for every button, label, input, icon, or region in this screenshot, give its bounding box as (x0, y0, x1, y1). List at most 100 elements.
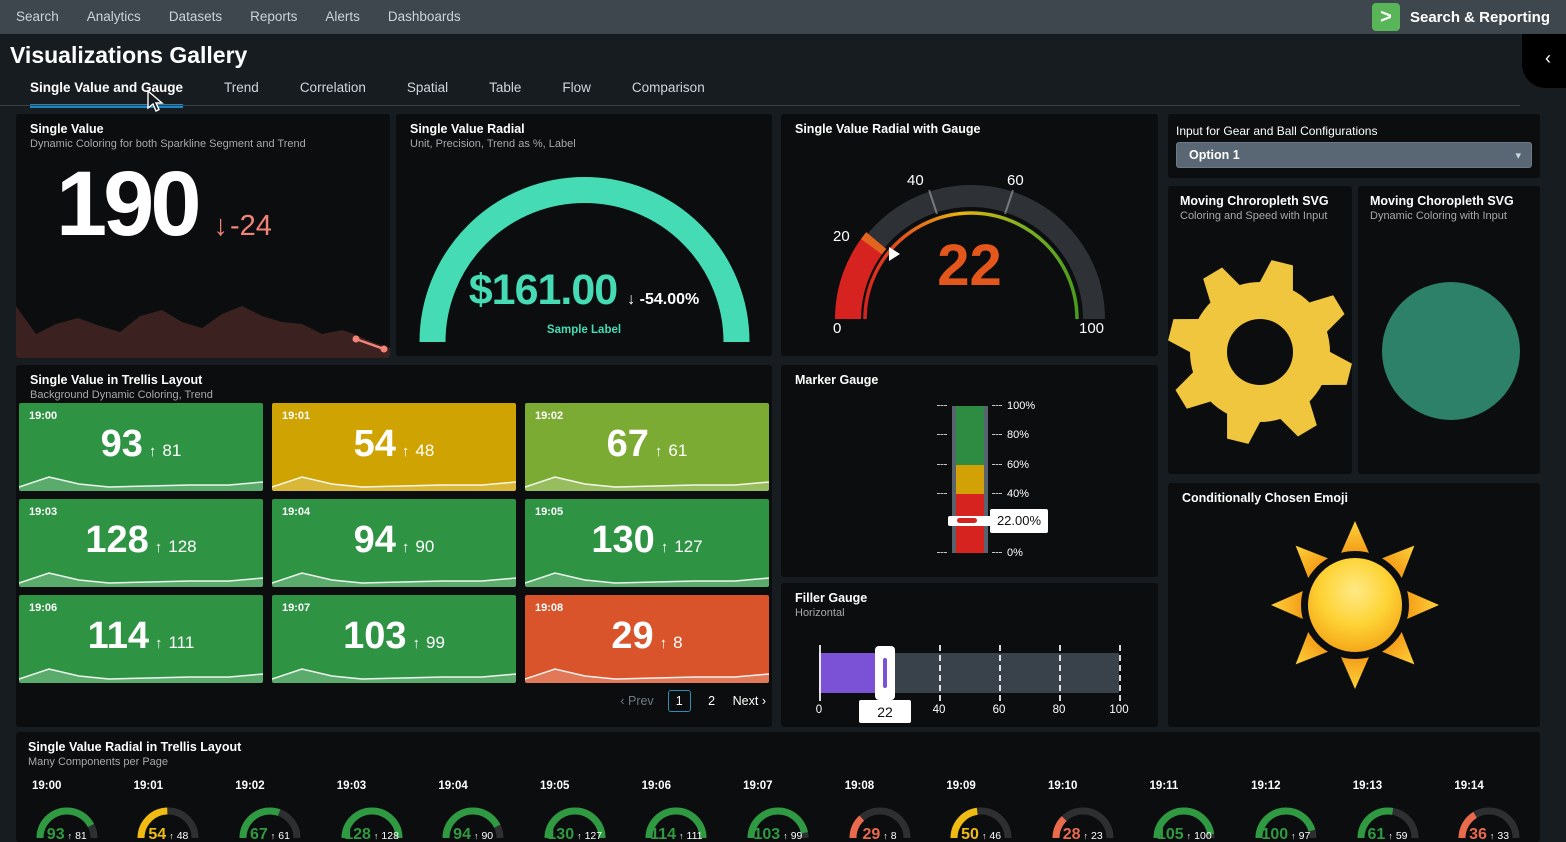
mini-radial-gauge: 130 ↑ 127 (543, 800, 607, 842)
trend-up-icon: ↑ (1388, 831, 1393, 841)
mini-radial-gauge: 103 ↑ 99 (746, 800, 810, 842)
tick-mark (937, 493, 947, 494)
filler-gauge-handle[interactable] (875, 646, 895, 700)
panel-title: Single Value (30, 122, 104, 136)
mini-radial-gauge: 36 ↑ 33 (1457, 800, 1521, 842)
navbar-item[interactable]: Datasets (155, 0, 236, 34)
trend-up-icon: ↑ (1291, 831, 1296, 841)
tile-sparkline (525, 471, 769, 491)
tile-sparkline (19, 663, 263, 683)
pagination-page-2[interactable]: 2 (705, 694, 719, 708)
tile-value: 94 (354, 519, 396, 562)
trellis-pagination: ‹ Prev 1 2 Next › (620, 690, 766, 712)
tab[interactable]: Table (489, 80, 521, 108)
tab[interactable]: Correlation (300, 80, 366, 108)
radial-trellis-cell: 19:07 103 ↑ 99 (727, 780, 829, 842)
panel-radial-with-gauge: Single Value Radial with Gauge 22 0 20 4… (781, 114, 1158, 356)
app-badge[interactable]: > Search & Reporting (1372, 0, 1550, 34)
tick-label: 40% (1007, 488, 1029, 500)
trend-down-icon: ↓ (627, 291, 635, 308)
marker-gauge-segment (956, 465, 984, 494)
panel-trellis: Single Value in Trellis Layout Backgroun… (16, 365, 772, 727)
single-value-number: 190 (56, 154, 198, 255)
gauge-tick-40: 40 (907, 172, 924, 189)
tile-sparkline (525, 567, 769, 587)
tab-label: Flow (562, 80, 591, 95)
navbar-item[interactable]: Reports (236, 0, 311, 34)
trend-up-icon: ↑ (149, 443, 157, 460)
radial-caption: Sample Label (396, 324, 772, 336)
panel-ball-svg: Moving Choropleth SVG Dynamic Coloring w… (1358, 186, 1540, 474)
trend-up-icon: ↑ (577, 831, 582, 841)
filler-value-label: 22 (859, 700, 911, 723)
mini-gauge-value: 29 (862, 826, 880, 842)
navbar-item-label: Search (16, 9, 59, 24)
tile-time-label: 19:05 (535, 506, 563, 518)
tile-time-label: 19:04 (282, 506, 310, 518)
tab[interactable]: Trend (224, 80, 259, 108)
radial-trellis-cell: 19:03 128 ↑ 128 (321, 780, 423, 842)
mini-radial-gauge: 50 ↑ 46 (949, 800, 1013, 842)
pagination-prev[interactable]: ‹ Prev (620, 694, 653, 708)
mini-gauge-value: 28 (1063, 826, 1081, 842)
panel-title: Conditionally Chosen Emoji (1182, 491, 1348, 505)
chevron-right-icon: › (762, 694, 766, 708)
gauge-time-label: 19:12 (1251, 780, 1280, 792)
panel-single-value-radial: Single Value Radial Unit, Precision, Tre… (396, 114, 772, 356)
chevron-left-icon: ‹ (1545, 48, 1551, 69)
mini-gauge-value: 114 (650, 826, 676, 842)
mini-radial-gauge: 100 ↑ 97 (1254, 800, 1318, 842)
trend-up-icon: ↑ (883, 831, 888, 841)
radial-trellis-grid: 19:00 93 ↑ 81 19:01 (16, 780, 1540, 842)
gauge-time-label: 19:05 (540, 780, 569, 792)
pagination-next[interactable]: Next › (733, 694, 766, 708)
navbar-menu: Search Analytics Datasets Reports Alerts… (0, 0, 475, 34)
navbar-item[interactable]: Dashboards (374, 0, 475, 34)
panel-single-value: Single Value Dynamic Coloring for both S… (16, 114, 390, 358)
trend-up-icon: ↑ (402, 539, 410, 556)
marker-gauge-segment (956, 406, 984, 465)
tab[interactable]: Flow (562, 80, 591, 108)
marker-dash-icon (957, 518, 977, 523)
tab[interactable]: Spatial (407, 80, 448, 108)
navbar-item-label: Alerts (325, 9, 360, 24)
tile-trend-value: 81 (162, 441, 181, 461)
option-dropdown[interactable]: Option 1 ▾ (1176, 142, 1532, 168)
gauge-time-label: 19:01 (134, 780, 163, 792)
page-title: Visualizations Gallery (10, 42, 247, 69)
marker-gauge-bar (952, 406, 988, 553)
filler-value-text: 22 (877, 704, 893, 720)
radial-trellis-cell: 19:12 100 ↑ 97 (1235, 780, 1337, 842)
pagination-page-1[interactable]: 1 (668, 690, 691, 712)
mini-gauge-trend: 100 (1194, 830, 1212, 842)
input-label: Input for Gear and Ball Configurations (1176, 124, 1377, 138)
tile-trend-value: 48 (415, 441, 434, 461)
trend-up-icon: ↑ (655, 443, 663, 460)
gauge-time-label: 19:08 (845, 780, 874, 792)
trellis-tile: 19:03 128 ↑ 128 (19, 499, 263, 587)
gauge-time-label: 19:10 (1048, 780, 1077, 792)
mini-gauge-value: 36 (1469, 826, 1487, 842)
panel-subtitle: Dynamic Coloring for both Sparkline Segm… (30, 138, 306, 150)
mini-gauge-trend: 127 (585, 830, 603, 842)
navbar-item[interactable]: Search (2, 0, 73, 34)
tick-mark (937, 434, 947, 435)
sun-emoji-icon (1168, 483, 1540, 727)
mini-radial-gauge: 128 ↑ 128 (340, 800, 404, 842)
tick-mark (937, 464, 947, 465)
tick-label: 60 (993, 704, 1006, 716)
ball-icon (1358, 186, 1540, 474)
navbar-item[interactable]: Alerts (311, 0, 374, 34)
chevron-left-icon: ‹ (620, 694, 624, 708)
collapse-panel-button[interactable]: ‹ (1522, 34, 1566, 88)
tab[interactable]: Single Value and Gauge (30, 80, 183, 108)
panel-marker-gauge: Marker Gauge 100%80%60%40%0% 22.00% (781, 365, 1158, 577)
panel-input: Input for Gear and Ball Configurations O… (1168, 114, 1540, 178)
panel-title: Marker Gauge (795, 373, 878, 387)
tab[interactable]: Comparison (632, 80, 705, 108)
panel-subtitle: Background Dynamic Coloring, Trend (30, 389, 213, 401)
tile-value: 128 (85, 519, 148, 562)
mini-gauge-trend: 23 (1091, 830, 1103, 842)
navbar-item[interactable]: Analytics (73, 0, 155, 34)
caret-down-icon: ▾ (1515, 149, 1521, 162)
